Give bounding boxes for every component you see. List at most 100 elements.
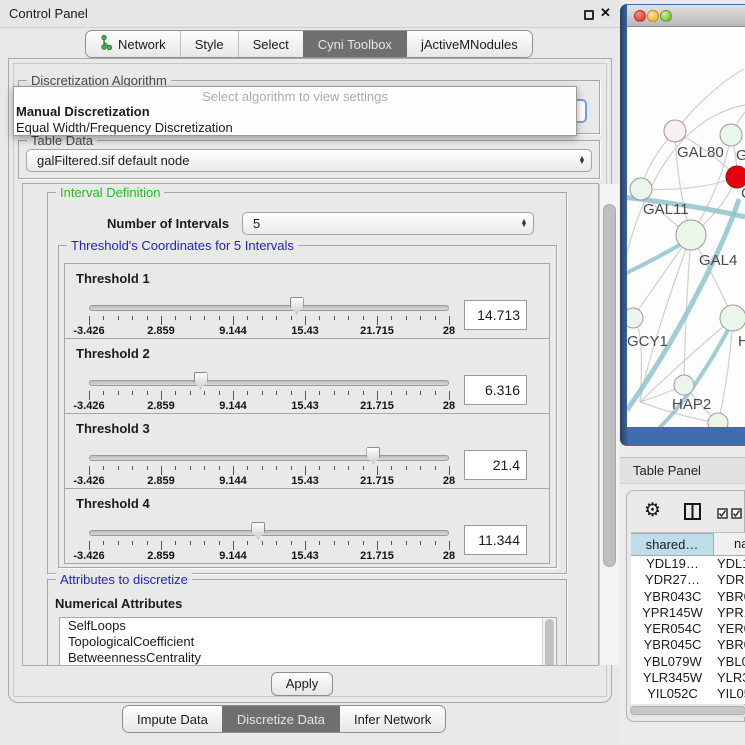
network-node[interactable] [720, 124, 742, 146]
attribute-item-topologicalcoefficient[interactable]: TopologicalCoefficient [60, 634, 556, 650]
top-tab-bar: NetworkStyleSelect Cyni Toolbox jActiveMNo… [85, 30, 533, 58]
table-row[interactable]: YBR045CYBR04 [631, 637, 745, 653]
float-icon[interactable] [584, 10, 594, 20]
threshold-slider-track[interactable] [89, 380, 449, 386]
tab-network[interactable]: Network [86, 31, 180, 57]
threshold-value-field[interactable]: 14.713 [464, 300, 527, 330]
tab-impute-data[interactable]: Impute Data [123, 706, 222, 732]
cell-shared-name[interactable]: YPR145W [631, 605, 714, 621]
control-panel-titlebar: Control Panel [0, 0, 620, 28]
zoom-traffic-light-icon[interactable] [660, 10, 672, 22]
threshold-slider-track[interactable] [89, 530, 449, 536]
cell-shared-name[interactable]: YBL079W [631, 654, 714, 670]
cell-name[interactable]: YIL05 [714, 686, 745, 702]
network-node-label: GCY1 [627, 333, 668, 350]
cell-shared-name[interactable]: YBR045C [631, 637, 714, 653]
table-row[interactable]: YBL079WYBL07 [631, 654, 745, 670]
threshold-label: Threshold 2 [76, 346, 150, 361]
network-node[interactable] [720, 305, 745, 331]
cell-name[interactable]: YPR14 [714, 605, 745, 621]
close-icon[interactable]: ✕ [600, 5, 611, 21]
network-node[interactable] [676, 220, 706, 250]
table-row[interactable]: YDL19…YDL19 [631, 556, 745, 572]
table-data-combobox[interactable]: galFiltered.sif default node ▲▼ [26, 149, 592, 172]
column-split-icon[interactable] [684, 503, 701, 520]
network-node[interactable] [664, 120, 686, 142]
tab-label: Cyni Toolbox [318, 37, 392, 52]
tab-infer-network[interactable]: Infer Network [339, 706, 445, 732]
tab-cyni-toolbox[interactable]: Cyni Toolbox [303, 31, 406, 57]
slider-tick-labels: -3.4262.8599.14415.4321.71528 [89, 325, 449, 337]
slider-tick-labels: -3.4262.8599.14415.4321.71528 [89, 550, 449, 562]
cell-shared-name[interactable]: YDR27… [631, 572, 714, 588]
cell-shared-name[interactable]: YBR043C [631, 589, 714, 605]
algorithm-option-equal-width[interactable]: Equal Width/Frequency Discretization [16, 120, 233, 135]
cell-shared-name[interactable]: YLR345W [631, 670, 714, 686]
stepper-icon: ▲▼ [515, 220, 533, 228]
column-header-name[interactable]: na [714, 533, 745, 555]
node-table: shared… na YDL19…YDL19YDR27…YDR27YBR043C… [631, 532, 745, 704]
checkbox-icon[interactable] [731, 508, 742, 519]
slider-tick-labels: -3.4262.8599.14415.4321.71528 [89, 400, 449, 412]
settings-scrollbar[interactable] [599, 184, 619, 665]
cell-shared-name[interactable]: YER054C [631, 621, 714, 637]
table-hscrollbar[interactable] [630, 705, 745, 717]
table-row[interactable]: YIL052CYIL05 [631, 686, 745, 702]
threshold-panel-1: Threshold 1-3.4262.8599.14415.4321.71528… [64, 263, 550, 339]
bottom-tab-bar: Impute DataDiscretize DataInfer Network [122, 705, 446, 733]
network-node-label: GAL11 [643, 201, 689, 218]
table-hscrollbar-thumb[interactable] [630, 706, 745, 715]
network-node[interactable] [627, 308, 643, 328]
checkbox-icon[interactable] [717, 508, 728, 519]
list-scrollbar-thumb[interactable] [545, 619, 554, 666]
network-edge[interactable] [675, 69, 744, 131]
threshold-slider-track[interactable] [89, 455, 449, 461]
network-node-label: GAL4 [699, 252, 737, 269]
cell-name[interactable]: YDR27 [714, 572, 745, 588]
network-window-titlebar [627, 5, 745, 27]
minimize-traffic-light-icon[interactable] [647, 10, 659, 22]
threshold-value-field[interactable]: 21.4 [464, 450, 527, 480]
threshold-slider-thumb[interactable] [194, 372, 208, 389]
table-row[interactable]: YBR043CYBR04 [631, 589, 745, 605]
algorithm-option-manual[interactable]: Manual Discretization [16, 104, 150, 119]
network-icon [100, 35, 113, 53]
threshold-value-field[interactable]: 6.316 [464, 375, 527, 405]
table-row[interactable]: YPR145WYPR14 [631, 605, 745, 621]
network-node[interactable] [630, 178, 652, 200]
tab-style[interactable]: Style [180, 31, 238, 57]
table-row[interactable]: YER054CYER05 [631, 621, 745, 637]
tab-discretize-data[interactable]: Discretize Data [222, 706, 339, 732]
cell-name[interactable]: YBL07 [714, 654, 745, 670]
threshold-slider-thumb[interactable] [290, 297, 304, 314]
cell-name[interactable]: YBR04 [714, 637, 745, 653]
close-traffic-light-icon[interactable] [634, 10, 646, 22]
table-row[interactable]: YDR27…YDR27 [631, 572, 745, 588]
cell-shared-name[interactable]: YIL052C [631, 686, 714, 702]
attribute-item-betweennesscentrality[interactable]: BetweennessCentrality [60, 650, 556, 666]
column-header-shared-name[interactable]: shared… [631, 533, 714, 555]
table-body: YDL19…YDL19YDR27…YDR27YBR043CYBR04YPR145… [631, 556, 745, 703]
cell-name[interactable]: YER05 [714, 621, 745, 637]
threshold-slider-thumb[interactable] [366, 447, 380, 464]
apply-button[interactable]: Apply [271, 672, 333, 696]
tab-jactivemnodules[interactable]: jActiveMNodules [406, 31, 532, 57]
tab-select[interactable]: Select [238, 31, 303, 57]
network-node-label: GA [736, 147, 745, 164]
list-scrollbar[interactable] [542, 618, 556, 666]
number-of-intervals-label: Number of Intervals [107, 216, 229, 231]
settings-scrollbar-thumb[interactable] [603, 204, 616, 567]
network-canvas[interactable]: GAL80GACGAL11GAL4GCY1HHAP2 [627, 27, 745, 427]
attribute-item-selfloops[interactable]: SelfLoops [60, 618, 556, 634]
threshold-slider-track[interactable] [89, 305, 449, 311]
threshold-value-field[interactable]: 11.344 [464, 525, 527, 555]
cell-name[interactable]: YBR04 [714, 589, 745, 605]
threshold-slider-thumb[interactable] [251, 522, 265, 539]
table-row[interactable]: YLR345WYLR34 [631, 670, 745, 686]
cell-name[interactable]: YLR34 [714, 670, 745, 686]
network-node[interactable] [674, 375, 694, 395]
cell-shared-name[interactable]: YDL19… [631, 556, 714, 572]
number-of-intervals-spinner[interactable]: 5 ▲▼ [242, 212, 534, 235]
cell-name[interactable]: YDL19 [714, 556, 745, 572]
gear-icon[interactable]: ⚙ [644, 501, 661, 520]
